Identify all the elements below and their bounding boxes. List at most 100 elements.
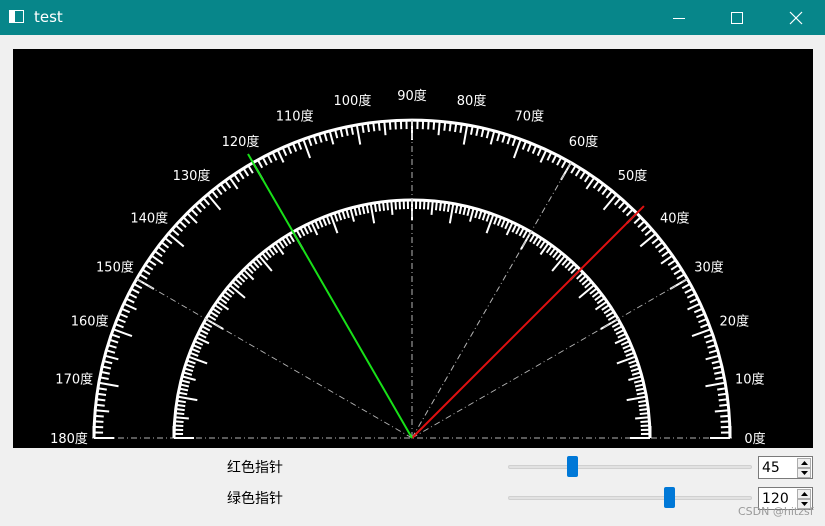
outer-tick — [171, 228, 180, 237]
outer-tick — [334, 129, 339, 139]
red-pointer-slider[interactable] — [508, 456, 752, 478]
outer-tick — [717, 387, 727, 391]
inner-tick — [605, 311, 615, 318]
red-pointer-spinbox[interactable]: 45 — [758, 456, 813, 479]
inner-tick — [485, 212, 491, 222]
outer-tick — [286, 144, 293, 154]
outer-tick — [350, 125, 355, 135]
inner-tick — [500, 218, 506, 228]
outer-tick — [237, 170, 245, 180]
outer-tick — [705, 354, 720, 361]
inner-tick — [635, 416, 650, 420]
spin-up-button[interactable] — [797, 489, 811, 499]
outer-tick — [654, 241, 664, 249]
window-title: test — [34, 8, 63, 26]
outer-tick — [160, 241, 170, 249]
inner-tick — [221, 293, 230, 301]
outer-tick — [531, 144, 538, 154]
inner-tick — [518, 227, 525, 237]
inner-tick — [628, 375, 643, 381]
minimize-button[interactable] — [650, 0, 708, 35]
outer-tick — [521, 140, 527, 150]
spin-up-button[interactable] — [797, 458, 811, 468]
inner-tick — [303, 225, 309, 235]
outer-tick — [123, 302, 137, 311]
slider-groove — [508, 496, 752, 500]
maximize-button[interactable] — [708, 0, 766, 35]
inner-tick — [179, 383, 190, 388]
outer-tick — [459, 123, 463, 133]
outer-tick — [496, 132, 501, 142]
inner-tick — [511, 223, 518, 233]
inner-tick — [357, 205, 362, 216]
inner-tick — [353, 206, 358, 217]
inner-tick — [184, 367, 194, 373]
inner-tick — [607, 314, 617, 321]
inner-tick — [635, 387, 646, 392]
inner-tick — [603, 307, 613, 315]
arrow-up-icon — [800, 461, 808, 465]
slider-handle[interactable] — [663, 487, 675, 508]
outer-tick — [190, 208, 199, 217]
outer-tick — [106, 349, 116, 354]
outer-tick — [707, 344, 717, 349]
outer-tick — [97, 387, 107, 391]
outer-tick — [673, 268, 683, 276]
inner-tick — [640, 420, 650, 424]
outer-tick — [261, 156, 268, 166]
inner-tick — [190, 347, 201, 354]
inner-tick — [264, 249, 272, 259]
outer-tick — [100, 370, 110, 375]
outer-tick — [605, 190, 613, 199]
spin-down-button[interactable] — [797, 468, 811, 478]
outer-tick — [344, 126, 349, 136]
outer-tick — [247, 164, 254, 174]
outer-tick — [256, 159, 264, 169]
outer-tick — [708, 349, 718, 354]
outer-tick — [101, 365, 112, 370]
inner-tick — [181, 375, 196, 381]
inner-tick — [529, 233, 536, 243]
inner-tick — [182, 371, 193, 376]
inner-tick — [345, 208, 350, 219]
outer-tick — [676, 273, 686, 280]
outer-tick — [96, 392, 107, 396]
outer-tick — [667, 259, 677, 267]
inner-tick — [314, 220, 320, 230]
outer-tick — [323, 132, 328, 142]
outer-tick — [511, 136, 517, 147]
app-window-icon — [9, 10, 24, 23]
minimize-icon — [673, 17, 685, 19]
inner-tick — [185, 363, 195, 369]
outer-tick — [266, 154, 273, 164]
inner-tick — [382, 201, 386, 211]
outer-tick — [95, 409, 110, 413]
outer-tick — [114, 323, 124, 329]
outer-tick — [366, 122, 370, 133]
outer-tick — [475, 126, 480, 136]
outer-tick — [388, 120, 392, 130]
outer-tick — [469, 125, 474, 135]
outer-tick — [633, 216, 642, 225]
degree-label: 120度 — [222, 134, 260, 150]
inner-tick — [469, 207, 475, 222]
outer-tick — [103, 360, 113, 365]
slider-handle[interactable] — [567, 456, 578, 477]
inner-tick — [365, 204, 370, 214]
outer-tick — [597, 183, 605, 192]
outer-tick — [686, 292, 696, 299]
arrow-up-icon — [800, 492, 808, 496]
outer-tick — [485, 129, 490, 139]
spinbox-value[interactable]: 45 — [762, 460, 780, 476]
inner-tick — [373, 202, 378, 212]
green-pointer-slider[interactable] — [508, 487, 752, 509]
inner-tick — [394, 200, 398, 210]
close-button[interactable] — [767, 0, 825, 35]
outer-tick — [714, 409, 729, 413]
outer-tick — [714, 370, 724, 375]
inner-tick — [337, 211, 343, 221]
inner-tick — [386, 201, 390, 211]
degree-label: 60度 — [569, 134, 599, 150]
inner-tick — [318, 218, 324, 228]
degree-label: 170度 — [55, 371, 93, 387]
